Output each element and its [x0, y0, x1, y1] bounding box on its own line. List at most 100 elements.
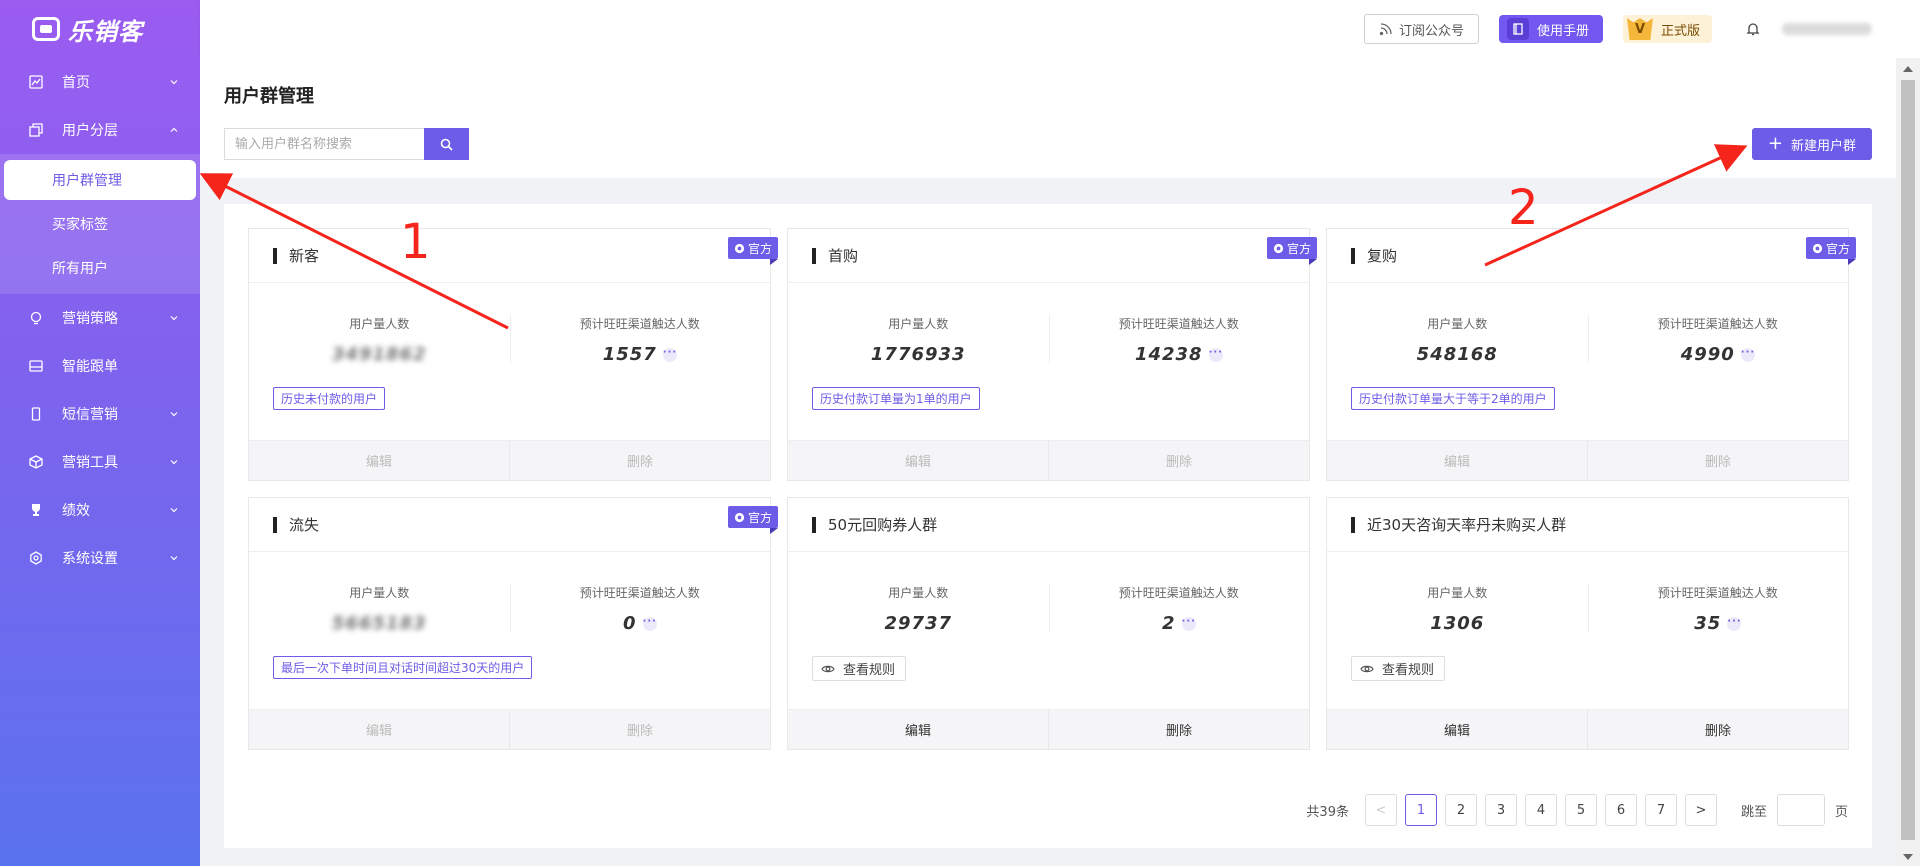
main-content: 用户群管理 + 新建用户群 新客官方用户量人数3491862预计旺旺渠道触达人数…: [200, 58, 1896, 866]
jump-page-input[interactable]: [1776, 794, 1825, 826]
title-bar-decoration: [1351, 516, 1355, 533]
stat-user-count: 用户量人数 1776933: [788, 315, 1049, 379]
reach-count-value: 14238: [1134, 344, 1203, 365]
pagination-page-7[interactable]: 7: [1644, 794, 1677, 826]
stat-label: 预计旺旺渠道触达人数: [579, 317, 700, 331]
sidebar-item-sms-marketing[interactable]: 短信营销: [0, 390, 200, 438]
pagination-page-2[interactable]: 2: [1444, 794, 1477, 826]
delete-button[interactable]: 删除: [1048, 441, 1309, 480]
app-logo[interactable]: 乐销客: [0, 0, 200, 58]
delete-button[interactable]: 删除: [1587, 710, 1848, 749]
cube-icon: [28, 454, 44, 470]
sidebar-item-smart-followup[interactable]: 智能跟单: [0, 342, 200, 390]
user-count-value: 1306: [1430, 613, 1485, 634]
reach-count-wrapper: 35 ···: [1694, 613, 1742, 634]
search-button[interactable]: [424, 128, 469, 160]
more-dots-icon[interactable]: ···: [1208, 347, 1223, 362]
scroll-up-arrow[interactable]: [1903, 66, 1913, 72]
sidebar-subitem-user-group-management[interactable]: 用户群管理: [4, 160, 196, 200]
search-input[interactable]: [224, 128, 424, 160]
sidebar-item-system-settings[interactable]: 系统设置: [0, 534, 200, 582]
eye-icon: [821, 665, 835, 672]
stat-reach-count: 预计旺旺渠道触达人数 14238 ···: [1048, 315, 1310, 379]
pagination-page-1[interactable]: 1: [1404, 794, 1437, 826]
card-stats: 用户量人数 1306 预计旺旺渠道触达人数 35 ···: [1327, 552, 1848, 648]
sidebar-subitem-all-users[interactable]: 所有用户: [0, 246, 200, 290]
edit-button[interactable]: 编辑: [1327, 441, 1587, 480]
more-dots-icon[interactable]: ···: [662, 347, 677, 362]
reach-count-value: 2: [1161, 613, 1176, 634]
bulb-icon: [28, 310, 44, 326]
sidebar-subitem-buyer-tags[interactable]: 买家标签: [0, 202, 200, 246]
edit-button[interactable]: 编辑: [249, 441, 509, 480]
page-unit-label: 页: [1834, 804, 1848, 820]
top-panel: 用户群管理 + 新建用户群: [200, 58, 1896, 178]
title-bar-decoration: [1351, 247, 1355, 264]
card-stats: 用户量人数 5665183 预计旺旺渠道触达人数 0 ···: [249, 552, 770, 648]
user-count-value: 29737: [884, 613, 953, 634]
pagination-page-4[interactable]: 4: [1524, 794, 1557, 826]
delete-button[interactable]: 删除: [1048, 710, 1309, 749]
annotation-number-2: 2: [1508, 180, 1539, 236]
sidebar-item-user-segment[interactable]: 用户分层: [0, 106, 200, 154]
delete-button[interactable]: 删除: [1587, 441, 1848, 480]
sidebar-item-label: 营销工具: [62, 455, 118, 471]
stat-label: 用户量人数: [888, 586, 949, 600]
user-manual-button[interactable]: 使用手册: [1498, 15, 1603, 43]
title-bar-decoration: [273, 516, 277, 533]
sidebar-item-marketing-tools[interactable]: 营销工具: [0, 438, 200, 486]
sidebar-item-home[interactable]: 首页: [0, 58, 200, 106]
edit-button[interactable]: 编辑: [788, 441, 1048, 480]
vertical-scrollbar[interactable]: [1896, 58, 1920, 866]
edit-button[interactable]: 编辑: [1327, 710, 1587, 749]
delete-button[interactable]: 删除: [509, 710, 770, 749]
layers-icon: [28, 122, 44, 138]
user-group-card: 50元回购券人群 用户量人数 29737 预计旺旺渠道触达人数 2 ··· 查看规则 编辑 删除: [787, 497, 1310, 750]
view-rule-button[interactable]: 查看规则: [1351, 656, 1446, 681]
user-group-card: 近30天咨询天率丹未购买人群 用户量人数 1306 预计旺旺渠道触达人数 35 ··· 查看…: [1326, 497, 1849, 750]
card-stats: 用户量人数 1776933 预计旺旺渠道触达人数 14238 ···: [788, 283, 1309, 379]
sidebar-item-performance[interactable]: 绩效: [0, 486, 200, 534]
more-dots-icon[interactable]: ···: [642, 616, 657, 631]
jump-label: 跳至: [1740, 804, 1767, 820]
delete-button[interactable]: 删除: [509, 441, 770, 480]
card-actions: 编辑 删除: [788, 709, 1309, 749]
rule-tag: 历史付款订单量大于等于2单的用户: [1351, 387, 1555, 410]
card-stats: 用户量人数 3491862 预计旺旺渠道触达人数 1557 ···: [249, 283, 770, 379]
new-user-group-button[interactable]: + 新建用户群: [1751, 128, 1872, 160]
edit-button[interactable]: 编辑: [249, 710, 509, 749]
user-group-card: 新客 官方 用户量人数 3491862 预计旺旺渠道触达人数 1557 ··· 历史未付款的用…: [248, 228, 779, 481]
card-header: 50元回购券人群: [788, 498, 1309, 552]
inbox-icon: [28, 358, 44, 374]
subscribe-account-button[interactable]: 订阅公众号: [1363, 14, 1479, 44]
chevron-up-icon: [170, 127, 178, 132]
official-version-badge[interactable]: V 正式版: [1622, 15, 1712, 43]
pagination-page-6[interactable]: 6: [1604, 794, 1637, 826]
sidebar-item-label: 营销策略: [62, 311, 118, 327]
pagination-page-5[interactable]: 5: [1564, 794, 1597, 826]
pagination-prev-button[interactable]: <: [1364, 794, 1397, 826]
official-tag: 官方: [727, 506, 779, 534]
pagination-next-button[interactable]: >: [1684, 794, 1717, 826]
edit-button[interactable]: 编辑: [788, 710, 1048, 749]
more-dots-icon[interactable]: ···: [1727, 616, 1742, 631]
more-dots-icon[interactable]: ···: [1181, 616, 1196, 631]
official-tag: 官方: [1266, 237, 1318, 265]
bell-icon[interactable]: [1746, 22, 1760, 36]
sidebar-item-marketing-strategy[interactable]: 营销策略: [0, 294, 200, 342]
pagination-page-3[interactable]: 3: [1484, 794, 1517, 826]
user-name-blurred[interactable]: [1782, 23, 1872, 35]
reach-count-wrapper: 1557 ···: [603, 344, 677, 365]
official-version-label: 正式版: [1660, 23, 1700, 39]
scroll-thumb[interactable]: [1901, 80, 1915, 840]
stat-label: 用户量人数: [349, 317, 410, 331]
stat-label: 预计旺旺渠道触达人数: [1657, 586, 1778, 600]
stat-label: 预计旺旺渠道触达人数: [579, 586, 700, 600]
stat-reach-count: 预计旺旺渠道触达人数 35 ···: [1587, 584, 1849, 648]
user-count-value: 3491862: [331, 344, 427, 365]
page-title: 用户群管理: [224, 86, 314, 107]
view-rule-button[interactable]: 查看规则: [812, 656, 907, 681]
more-dots-icon[interactable]: ···: [1740, 347, 1755, 362]
reach-count-wrapper: 4990 ···: [1681, 344, 1755, 365]
scroll-down-arrow[interactable]: [1903, 854, 1913, 860]
